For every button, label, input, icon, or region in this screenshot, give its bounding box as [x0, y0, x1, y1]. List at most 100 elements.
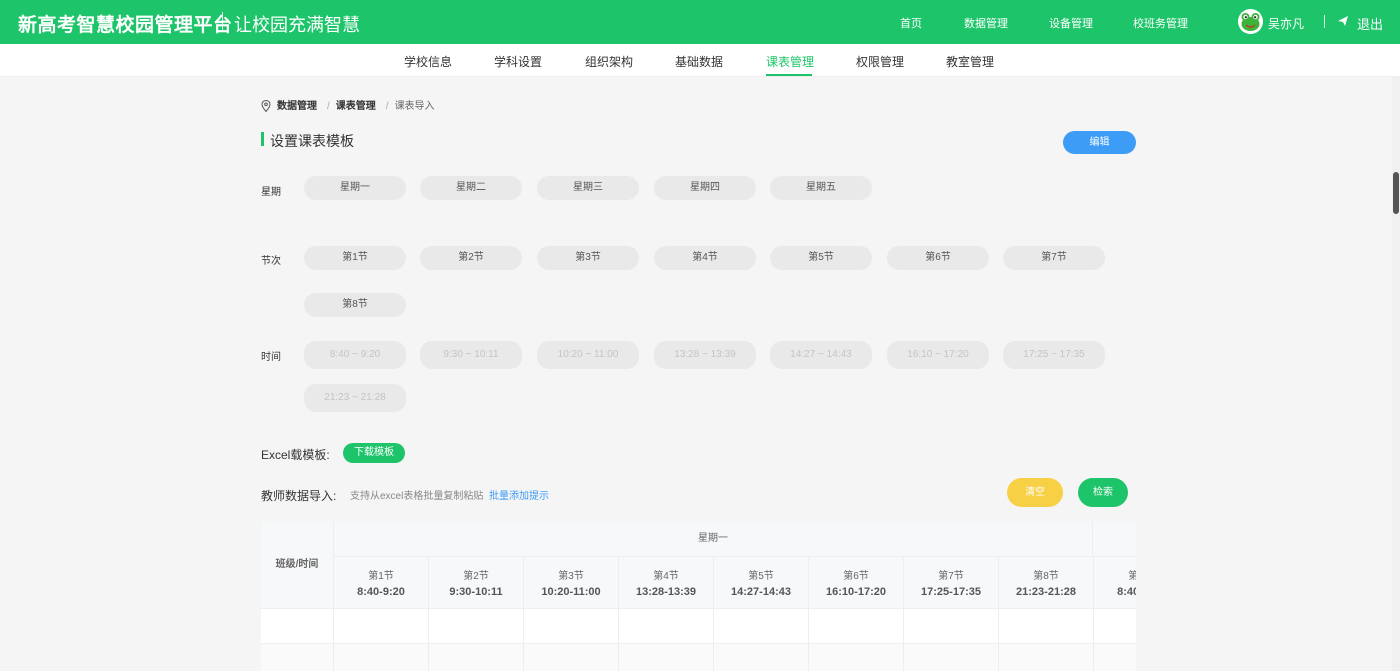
table-cell[interactable]	[999, 609, 1094, 644]
header-period: 第6节 16:10-17:20	[809, 557, 904, 609]
header-weekday-next	[1093, 521, 1136, 557]
table-cell[interactable]	[714, 609, 809, 644]
avatar[interactable]	[1238, 9, 1263, 34]
time-pill[interactable]: 21:23 ~ 21:28	[304, 384, 406, 412]
table-cell[interactable]	[1094, 609, 1136, 644]
time-pill[interactable]: 13:28 ~ 13:39	[654, 341, 756, 369]
tab-permission-management[interactable]: 权限管理	[856, 53, 904, 70]
table-cell[interactable]	[904, 609, 999, 644]
send-icon	[1338, 16, 1348, 26]
period-time: 13:28-13:39	[636, 586, 696, 598]
tab-basic-data[interactable]: 基础数据	[675, 53, 723, 70]
time-pill[interactable]: 16:10 ~ 17:20	[887, 341, 989, 369]
table-cell[interactable]	[261, 609, 334, 644]
header-period: 第5节 14:27-14:43	[714, 557, 809, 609]
teacher-import-label: 教师数据导入:	[261, 489, 337, 503]
weekday-pill[interactable]: 星期四	[654, 176, 756, 200]
time-pill[interactable]: 17:25 ~ 17:35	[1003, 341, 1105, 369]
tab-subject-settings[interactable]: 学科设置	[494, 53, 542, 70]
header-period: 第2节 9:30-10:11	[429, 557, 524, 609]
table-cell[interactable]	[619, 644, 714, 671]
period-pill[interactable]: 第1节	[304, 246, 406, 270]
period-time: 8:40-9:20	[357, 586, 405, 598]
weekday-pill[interactable]: 星期二	[420, 176, 522, 200]
nav-class-affairs[interactable]: 校班务管理	[1133, 15, 1188, 31]
breadcrumb-timetable-management[interactable]: 课表管理	[336, 101, 376, 112]
period-time: 17:25-17:35	[921, 586, 981, 598]
period-time: 9:30-10:11	[449, 586, 503, 598]
brand-divider	[222, 12, 223, 32]
weekday-pill[interactable]: 星期三	[537, 176, 639, 200]
batch-add-tip-link[interactable]: 批量添加提示	[489, 487, 549, 502]
download-template-button[interactable]: 下载模板	[343, 443, 405, 463]
table-cell[interactable]	[809, 609, 904, 644]
location-pin-icon	[261, 100, 271, 113]
table-cell[interactable]	[334, 644, 429, 671]
header-period: 第1节 8:40-9:20	[1094, 557, 1136, 609]
tab-org-structure[interactable]: 组织架构	[585, 53, 633, 70]
time-pill[interactable]: 8:40 ~ 9:20	[304, 341, 406, 369]
period-pill[interactable]: 第6节	[887, 246, 989, 270]
table-cell[interactable]	[334, 609, 429, 644]
table-cell[interactable]	[261, 644, 334, 671]
time-pill[interactable]: 14:27 ~ 14:43	[770, 341, 872, 369]
table-cell[interactable]	[999, 644, 1094, 671]
table-cell[interactable]	[904, 644, 999, 671]
table-cell[interactable]	[524, 644, 619, 671]
section-accent-bar	[261, 132, 264, 146]
table-cell[interactable]	[524, 609, 619, 644]
nav-home[interactable]: 首页	[900, 15, 922, 31]
timetable-grid: 班级/时间 星期一 第1节 8:40-9:20 第2节 9:30-10:11 第3节…	[261, 521, 1136, 671]
clear-button[interactable]: 清空	[1007, 478, 1063, 507]
period-name: 第1节	[368, 571, 394, 582]
period-name: 第8节	[1033, 571, 1059, 582]
table-cell[interactable]	[429, 644, 524, 671]
logout-button[interactable]: 退出	[1357, 14, 1383, 33]
import-hint: 支持从excel表格批量复制粘贴	[350, 491, 484, 502]
search-button[interactable]: 检索	[1078, 478, 1128, 507]
time-pill[interactable]: 10:20 ~ 11:00	[537, 341, 639, 369]
weekday-label: 星期	[261, 187, 281, 198]
table-cell[interactable]	[809, 644, 904, 671]
scrollbar-thumb[interactable]	[1393, 172, 1399, 214]
period-pill[interactable]: 第3节	[537, 246, 639, 270]
weekday-pill[interactable]: 星期一	[304, 176, 406, 200]
edit-button[interactable]: 编辑	[1063, 131, 1136, 154]
period-pill[interactable]: 第4节	[654, 246, 756, 270]
username[interactable]: 吴亦凡	[1268, 15, 1304, 32]
header-period: 第4节 13:28-13:39	[619, 557, 714, 609]
tab-classroom-management[interactable]: 教室管理	[946, 53, 994, 70]
breadcrumb-separator: /	[385, 101, 389, 112]
weekday-pill[interactable]: 星期五	[770, 176, 872, 200]
period-name: 第1节	[1128, 571, 1136, 582]
period-name: 第5节	[748, 571, 774, 582]
period-time: 8:40-9:20	[1117, 586, 1136, 598]
table-cell[interactable]	[429, 609, 524, 644]
top-header: 新高考智慧校园管理平台 让校园充满智慧 首页 数据管理 设备管理 校班务管理 吴…	[0, 0, 1400, 44]
period-name: 第6节	[843, 571, 869, 582]
header-period: 第3节 10:20-11:00	[524, 557, 619, 609]
header-period: 第1节 8:40-9:20	[334, 557, 429, 609]
breadcrumb-data-management[interactable]: 数据管理	[277, 101, 317, 112]
period-pill[interactable]: 第7节	[1003, 246, 1105, 270]
period-pill[interactable]: 第8节	[304, 293, 406, 317]
scrollbar-track[interactable]	[1392, 77, 1400, 671]
header-period: 第8节 21:23-21:28	[999, 557, 1094, 609]
frog-avatar-icon	[1238, 9, 1263, 34]
tab-school-info[interactable]: 学校信息	[404, 53, 452, 70]
period-pill[interactable]: 第5节	[770, 246, 872, 270]
breadcrumb: 数据管理 / 课表管理 / 课表导入	[261, 97, 439, 113]
period-time: 21:23-21:28	[1016, 586, 1076, 598]
nav-data-management[interactable]: 数据管理	[964, 15, 1008, 31]
tab-timetable-management[interactable]: 课表管理	[766, 53, 814, 70]
header-period: 第7节 17:25-17:35	[904, 557, 999, 609]
nav-device-management[interactable]: 设备管理	[1049, 15, 1093, 31]
period-time: 16:10-17:20	[826, 586, 886, 598]
time-pill[interactable]: 9:30 ~ 10:11	[420, 341, 522, 369]
period-pill[interactable]: 第2节	[420, 246, 522, 270]
period-time: 10:20-11:00	[541, 586, 601, 598]
table-cell[interactable]	[714, 644, 809, 671]
table-cell[interactable]	[1094, 644, 1136, 671]
table-cell[interactable]	[619, 609, 714, 644]
active-tab-indicator	[766, 74, 812, 76]
